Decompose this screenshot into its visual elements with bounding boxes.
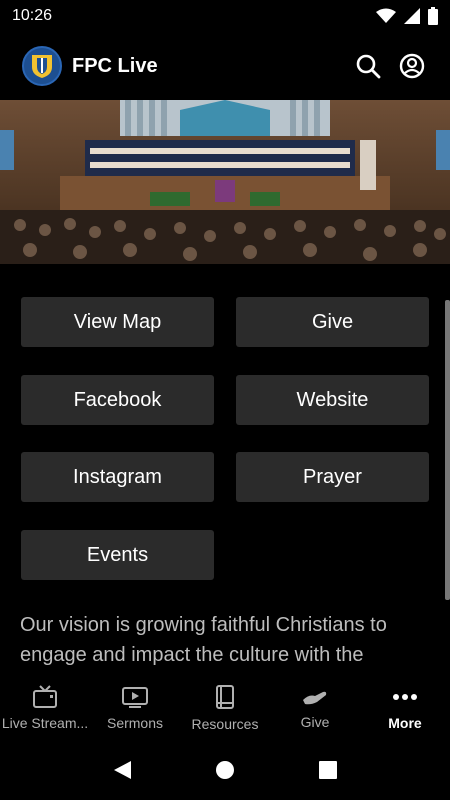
nav-more-label: More xyxy=(388,715,422,731)
events-button[interactable]: Events xyxy=(21,530,214,580)
view-map-button[interactable]: View Map xyxy=(21,297,214,347)
status-time: 10:26 xyxy=(12,7,53,24)
wifi-icon xyxy=(376,8,396,23)
nav-resources-label: Resources xyxy=(191,716,259,732)
search-icon xyxy=(356,54,381,79)
shield-logo-icon xyxy=(32,55,52,78)
app-bar: FPC Live xyxy=(0,32,450,100)
tv-icon xyxy=(33,685,57,708)
hero-image xyxy=(0,100,450,264)
nav-give[interactable]: Give xyxy=(270,676,360,740)
nav-live-stream-label: Live Stream... xyxy=(1,715,89,731)
search-button[interactable] xyxy=(346,44,390,88)
more-dots-icon xyxy=(393,694,417,700)
vision-text: Our vision is growing faithful Christian… xyxy=(20,614,387,666)
website-button[interactable]: Website xyxy=(236,375,429,425)
give-button[interactable]: Give xyxy=(236,297,429,347)
system-navigation xyxy=(0,740,450,800)
account-circle-icon xyxy=(399,53,425,79)
nav-resources[interactable]: Resources xyxy=(180,676,270,740)
nav-live-stream[interactable]: Live Stream... xyxy=(0,676,90,740)
video-icon xyxy=(122,687,148,708)
nav-give-label: Give xyxy=(300,714,330,730)
home-icon[interactable] xyxy=(214,759,236,781)
battery-icon xyxy=(428,7,438,25)
prayer-button[interactable]: Prayer xyxy=(236,452,429,502)
bottom-navigation: Live Stream... Sermons Resources Give Mo… xyxy=(0,676,450,740)
recents-icon[interactable] xyxy=(317,759,339,781)
book-icon xyxy=(216,685,234,709)
signal-icon xyxy=(404,8,420,24)
nav-sermons[interactable]: Sermons xyxy=(90,676,180,740)
app-logo xyxy=(22,46,62,86)
nav-sermons-label: Sermons xyxy=(106,715,164,731)
facebook-button[interactable]: Facebook xyxy=(21,375,214,425)
status-bar: 10:26 xyxy=(0,0,450,32)
hand-icon xyxy=(303,691,327,705)
instagram-button[interactable]: Instagram xyxy=(21,452,214,502)
status-icons xyxy=(376,7,438,25)
scrollbar[interactable] xyxy=(445,300,450,600)
nav-more[interactable]: More xyxy=(360,676,450,740)
back-icon[interactable] xyxy=(111,759,133,781)
account-button[interactable] xyxy=(390,44,434,88)
app-title: FPC Live xyxy=(72,54,158,77)
